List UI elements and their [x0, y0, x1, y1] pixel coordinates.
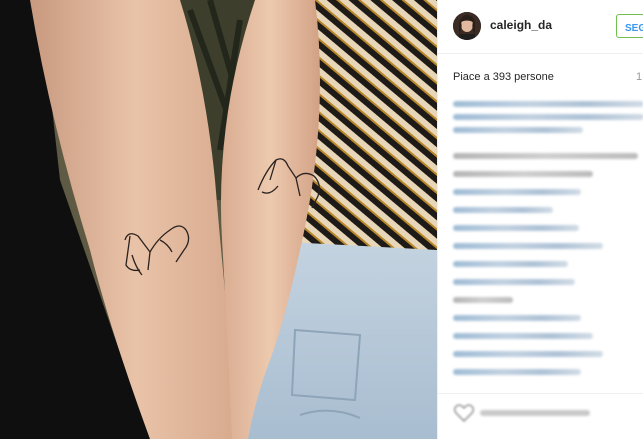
likes-count[interactable]: Piace a 393 persone: [453, 71, 554, 83]
blurred-comment-line: [453, 207, 553, 213]
avatar-image: [453, 12, 481, 40]
blurred-comment-line: [453, 369, 581, 375]
post-photo-image: [0, 0, 437, 439]
avatar[interactable]: [453, 12, 481, 40]
blurred-comment-line: [453, 189, 581, 195]
blurred-comment-line: [453, 153, 638, 159]
blurred-comment-line: [453, 101, 643, 107]
blurred-comment-line: [453, 351, 603, 357]
blurred-comment-line: [453, 297, 513, 303]
post-photo[interactable]: [0, 0, 437, 439]
blurred-comment-input[interactable]: [480, 410, 590, 416]
blurred-comment-line: [453, 225, 579, 231]
blurred-comment-line: [453, 243, 603, 249]
blurred-comment-line: [453, 127, 583, 133]
post-header: caleigh_da SEGUI: [438, 0, 643, 54]
comment-footer: [438, 393, 643, 439]
blurred-comment-line: [453, 315, 581, 321]
blurred-comment-line: [453, 279, 575, 285]
username-link[interactable]: caleigh_da: [490, 18, 552, 32]
blurred-comment-line: [453, 261, 568, 267]
follow-button[interactable]: SEGUI: [616, 14, 643, 38]
likes-side-digit: 1: [636, 71, 643, 83]
blurred-comment-line: [453, 333, 593, 339]
post-sidebar: caleigh_da SEGUI Piace a 393 persone 1: [437, 0, 643, 439]
blurred-comment-line: [453, 114, 643, 120]
heart-icon[interactable]: [454, 404, 474, 422]
blurred-comment-line: [453, 171, 593, 177]
